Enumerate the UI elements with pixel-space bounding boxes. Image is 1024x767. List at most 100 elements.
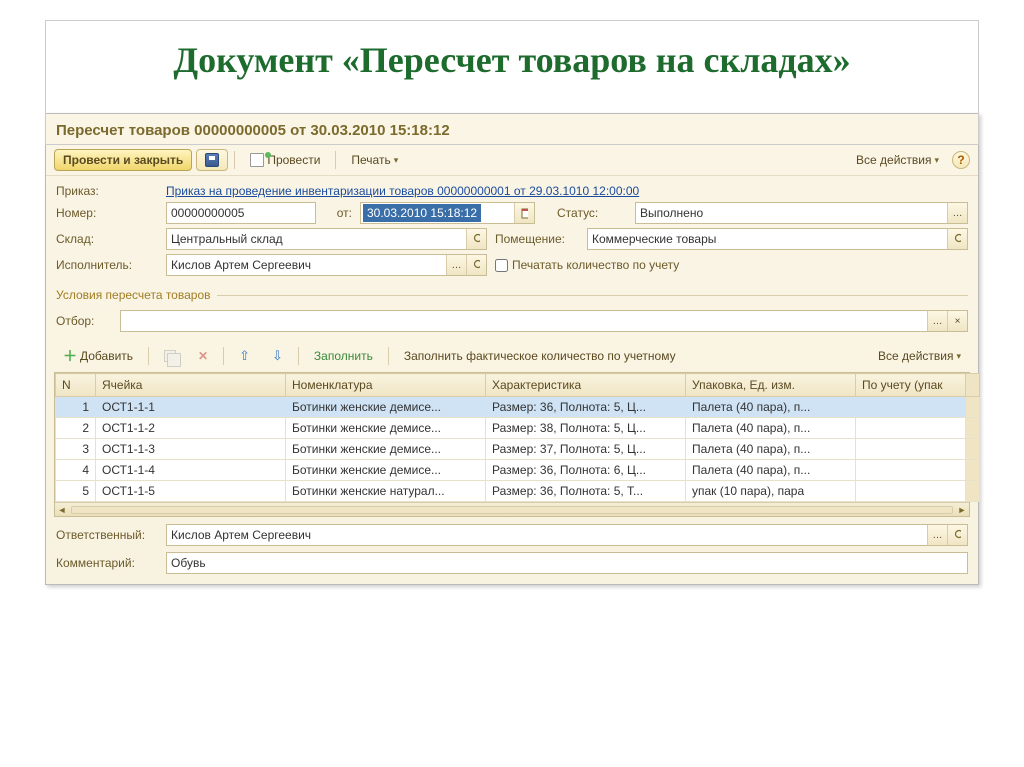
table-row[interactable]: 5ОСТ1-1-5Ботинки женские натурал...Разме… — [56, 481, 980, 502]
order-label: Приказ: — [56, 184, 158, 198]
help-button[interactable]: ? — [952, 151, 970, 169]
filter-select-button[interactable]: … — [927, 311, 947, 331]
room-lookup-button[interactable] — [947, 229, 967, 249]
cell-packaging: Палета (40 пара), п... — [686, 418, 856, 439]
cell-nomenclature: Ботинки женские демисе... — [286, 397, 486, 418]
print-qty-checkbox[interactable]: Печатать количество по учету — [495, 258, 679, 272]
cell-nomenclature: Ботинки женские демисе... — [286, 418, 486, 439]
post-button[interactable]: Провести — [241, 149, 329, 171]
cell-by-account — [856, 460, 966, 481]
room-label: Помещение: — [495, 232, 579, 246]
delete-row-button[interactable]: ✕ — [189, 345, 217, 367]
print-qty-label: Печатать количество по учету — [512, 258, 679, 272]
status-field[interactable]: … — [635, 202, 968, 224]
move-up-button[interactable]: ⇧ — [230, 344, 259, 368]
fill-by-account-button[interactable]: Заполнить фактическое количество по учет… — [395, 345, 685, 367]
performer-field[interactable]: … — [166, 254, 487, 276]
separator — [298, 347, 299, 365]
print-qty-input[interactable] — [495, 259, 508, 272]
col-by-account[interactable]: По учету (упак — [856, 374, 966, 397]
horizontal-scrollbar[interactable]: ◄ ► — [55, 502, 969, 516]
post-label: Провести — [267, 153, 320, 167]
cell-packaging: Палета (40 пара), п... — [686, 439, 856, 460]
copy-icon — [164, 350, 176, 362]
filter-input[interactable] — [121, 311, 927, 331]
col-n[interactable]: N — [56, 374, 96, 397]
warehouse-lookup-button[interactable] — [466, 229, 486, 249]
performer-lookup-button[interactable] — [466, 255, 486, 275]
move-down-button[interactable]: ⇩ — [263, 344, 292, 368]
date-field[interactable]: 30.03.2010 15:18:12 — [360, 202, 535, 224]
fill-button[interactable]: Заполнить — [305, 345, 382, 367]
cell-cell: ОСТ1-1-3 — [96, 439, 286, 460]
performer-select-button[interactable]: … — [446, 255, 466, 275]
date-picker-button[interactable] — [514, 203, 534, 223]
room-field[interactable] — [587, 228, 968, 250]
table-row[interactable]: 4ОСТ1-1-4Ботинки женские демисе...Размер… — [56, 460, 980, 481]
col-packaging[interactable]: Упаковка, Ед. изм. — [686, 374, 856, 397]
copy-row-button[interactable] — [155, 346, 185, 366]
scroll-track[interactable] — [71, 506, 953, 514]
cell-n: 1 — [56, 397, 96, 418]
chevron-down-icon: ▾ — [956, 351, 961, 362]
table-row[interactable]: 1ОСТ1-1-1Ботинки женские демисе...Размер… — [56, 397, 980, 418]
col-characteristic[interactable]: Характеристика — [486, 374, 686, 397]
scroll-left-button[interactable]: ◄ — [55, 503, 69, 517]
cell-cell: ОСТ1-1-5 — [96, 481, 286, 502]
add-row-button[interactable]: ＋ Добавить — [54, 345, 142, 367]
fill-label: Заполнить — [314, 349, 373, 363]
order-link[interactable]: Приказ на проведение инвентаризации това… — [166, 184, 639, 198]
status-select-button[interactable]: … — [947, 203, 967, 223]
warehouse-input[interactable] — [167, 229, 466, 249]
performer-input[interactable] — [167, 255, 446, 275]
search-icon — [473, 259, 480, 271]
cell-packaging: упак (10 пара), пара — [686, 481, 856, 502]
responsible-input[interactable] — [167, 525, 927, 545]
save-button[interactable] — [196, 149, 228, 171]
number-field[interactable] — [166, 202, 316, 224]
table-row[interactable]: 2ОСТ1-1-2Ботинки женские демисе...Размер… — [56, 418, 980, 439]
filter-clear-button[interactable]: × — [947, 311, 967, 331]
warehouse-field[interactable] — [166, 228, 487, 250]
table-row[interactable]: 3ОСТ1-1-3Ботинки женские демисе...Размер… — [56, 439, 980, 460]
items-table[interactable]: N Ячейка Номенклатура Характеристика Упа… — [55, 373, 980, 502]
print-label: Печать — [351, 153, 390, 167]
date-input[interactable]: 30.03.2010 15:18:12 — [361, 204, 514, 222]
cell-nomenclature: Ботинки женские демисе... — [286, 439, 486, 460]
number-label: Номер: — [56, 206, 158, 220]
status-input[interactable] — [636, 203, 947, 223]
cell-nomenclature: Ботинки женские натурал... — [286, 481, 486, 502]
print-button[interactable]: Печать ▾ — [342, 149, 407, 171]
cell-characteristic: Размер: 37, Полнота: 5, Ц... — [486, 439, 686, 460]
arrow-down-icon: ⇩ — [272, 348, 283, 364]
cell-cell: ОСТ1-1-2 — [96, 418, 286, 439]
separator — [148, 347, 149, 365]
separator — [234, 151, 235, 169]
table-all-actions-button[interactable]: Все действия ▾ — [869, 345, 970, 367]
scroll-right-button[interactable]: ► — [955, 503, 969, 517]
separator — [388, 347, 389, 365]
number-input[interactable] — [167, 203, 330, 223]
room-input[interactable] — [588, 229, 947, 249]
responsible-field[interactable]: … — [166, 524, 968, 546]
cell-gutter — [966, 481, 980, 502]
all-actions-label: Все действия — [856, 153, 931, 167]
post-and-close-button[interactable]: Провести и закрыть — [54, 149, 192, 171]
table-header-row: N Ячейка Номенклатура Характеристика Упа… — [56, 374, 980, 397]
calendar-icon — [521, 207, 528, 219]
col-nomenclature[interactable]: Номенклатура — [286, 374, 486, 397]
cell-packaging: Палета (40 пара), п... — [686, 397, 856, 418]
date-label: от: — [324, 206, 352, 220]
col-cell[interactable]: Ячейка — [96, 374, 286, 397]
cell-characteristic: Размер: 36, Полнота: 5, Т... — [486, 481, 686, 502]
comment-input[interactable] — [167, 553, 967, 573]
comment-field[interactable] — [166, 552, 968, 574]
responsible-lookup-button[interactable] — [947, 525, 967, 545]
delete-icon: ✕ — [198, 349, 208, 363]
responsible-select-button[interactable]: … — [927, 525, 947, 545]
filter-field[interactable]: … × — [120, 310, 968, 332]
cell-packaging: Палета (40 пара), п... — [686, 460, 856, 481]
cell-cell: ОСТ1-1-1 — [96, 397, 286, 418]
all-actions-button[interactable]: Все действия ▾ — [847, 149, 948, 171]
cell-gutter — [966, 460, 980, 481]
